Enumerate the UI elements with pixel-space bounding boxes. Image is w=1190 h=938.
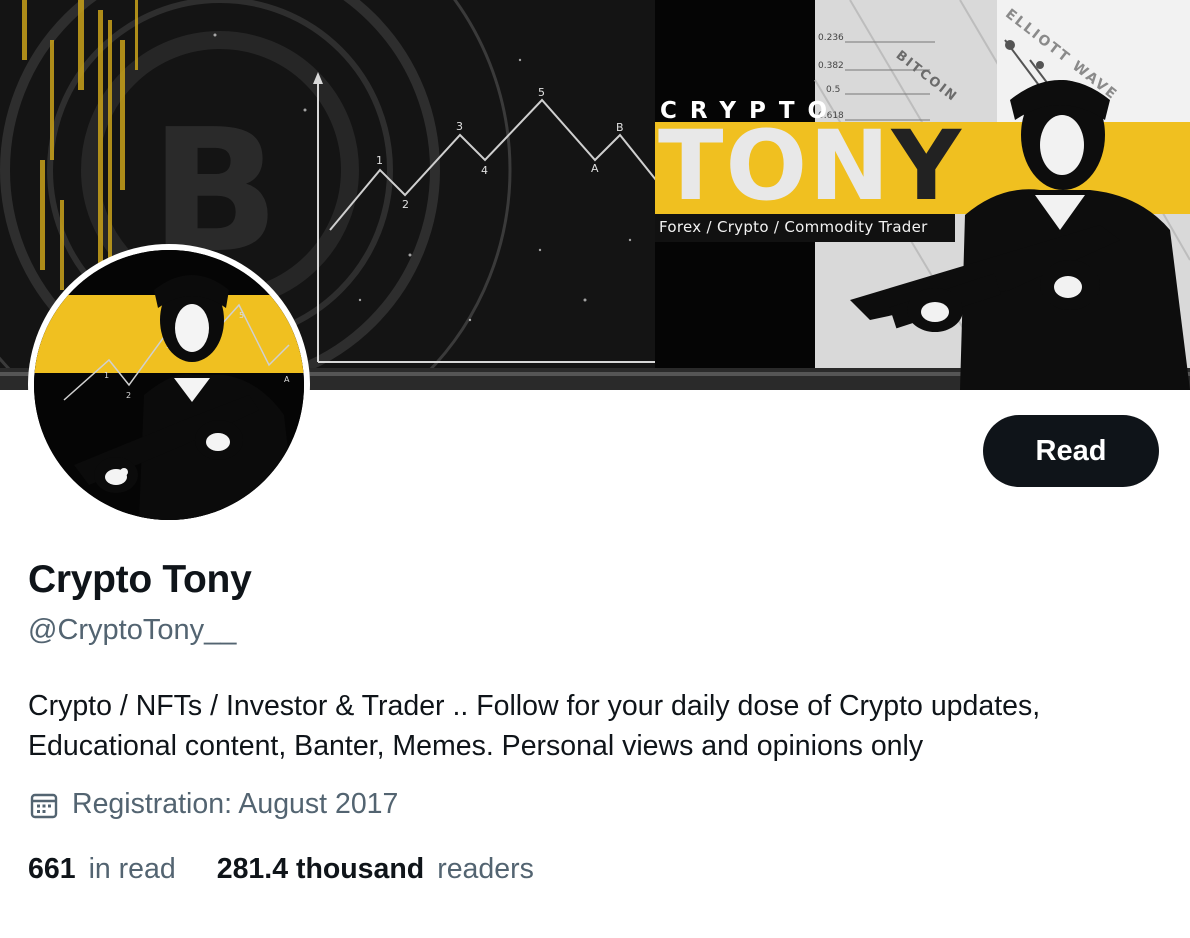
svg-text:1: 1 [104, 371, 109, 380]
svg-text:A: A [591, 162, 599, 175]
svg-text:3: 3 [456, 120, 463, 133]
banner-subtitle: Forex / Crypto / Commodity Trader [659, 218, 928, 236]
followers-count: 281.4 thousand [216, 853, 425, 885]
svg-text:2: 2 [402, 198, 409, 211]
followers-stat[interactable]: 281.4 thousand readers [217, 853, 534, 886]
calendar-icon [28, 789, 60, 821]
svg-text:0.236: 0.236 [818, 33, 844, 43]
profile-bio: Crypto / NFTs / Investor & Trader .. Fol… [28, 690, 1041, 762]
svg-text:5: 5 [239, 311, 244, 320]
svg-text:2: 2 [126, 391, 131, 400]
svg-text:B: B [616, 121, 624, 134]
profile-avatar[interactable]: 1235A [28, 244, 310, 526]
banner-tony-dark: Y [891, 110, 963, 222]
svg-text:1: 1 [376, 154, 383, 167]
following-stat[interactable]: 661 in read [28, 853, 176, 886]
avatar-image: 1235A [34, 250, 304, 520]
following-count: 661 [28, 853, 76, 885]
svg-text:5: 5 [538, 86, 545, 99]
banner-tony-light: TON [658, 110, 892, 222]
follow-stats: 661 in read 281.4 thousand readers [28, 853, 534, 886]
registration-date: Registration: August 2017 [72, 788, 399, 820]
svg-text:4: 4 [481, 164, 488, 177]
registration-row: Registration: August 2017 [28, 788, 398, 821]
svg-text:0.382: 0.382 [818, 61, 844, 71]
avatar-artwork: 1235A [34, 250, 304, 520]
user-handle: @CryptoTony__ [28, 614, 237, 646]
read-button[interactable]: Read [983, 415, 1159, 487]
svg-text:0.5: 0.5 [826, 85, 840, 95]
banner-tony-word: TONY [658, 118, 963, 214]
svg-text:A: A [284, 375, 290, 384]
following-label: in read [88, 853, 176, 885]
followers-label: readers [437, 853, 534, 885]
display-name: Crypto Tony [28, 558, 252, 601]
